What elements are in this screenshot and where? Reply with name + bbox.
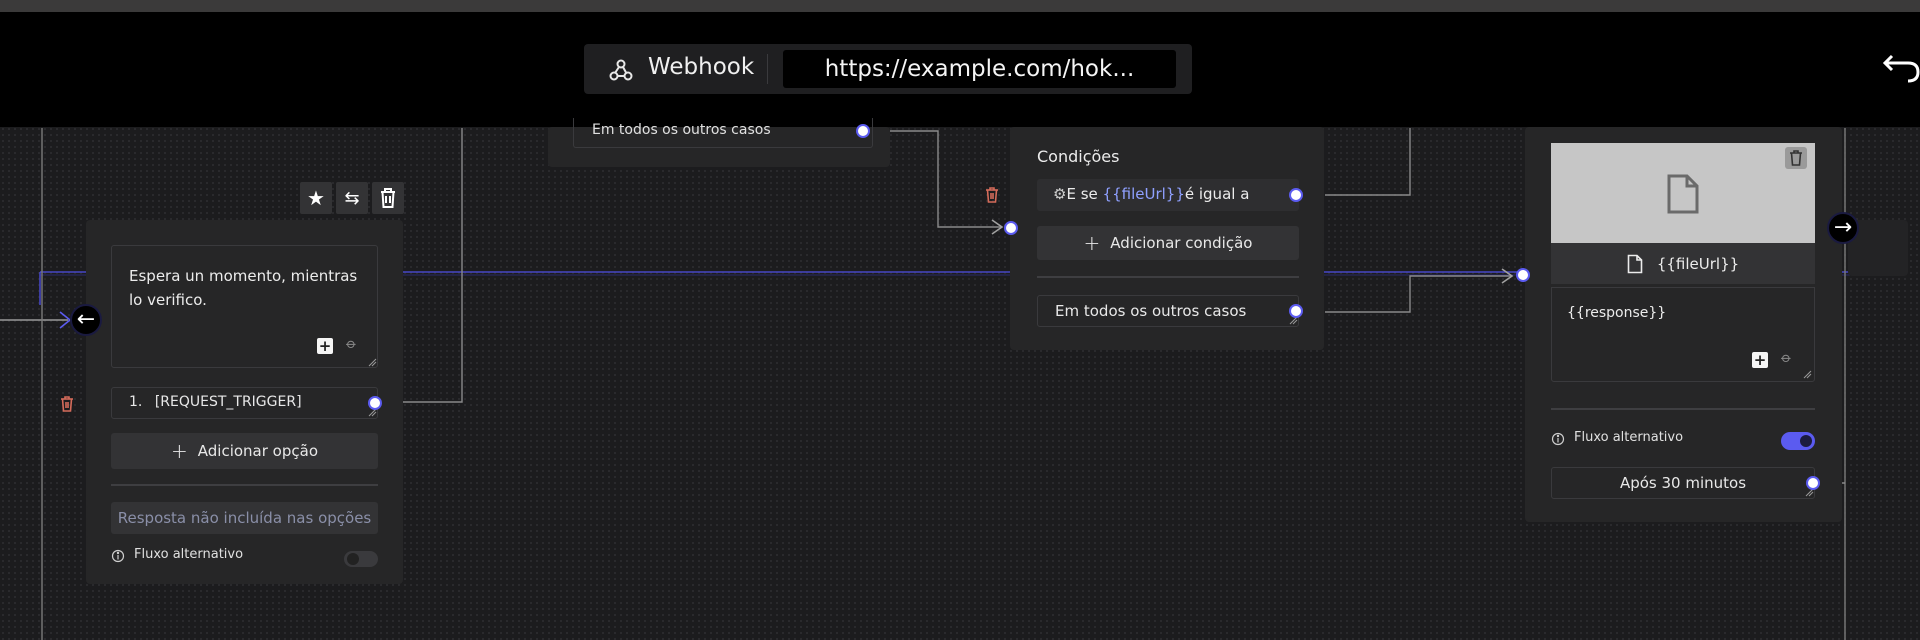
add-condition-button[interactable]: + Adicionar condição (1037, 226, 1299, 260)
file-message-box[interactable]: {{response}} + ⌀ (1551, 287, 1815, 382)
arrow-left-icon[interactable]: ← (70, 304, 102, 336)
resize-handle-icon[interactable] (367, 357, 377, 367)
trash-icon[interactable] (372, 182, 404, 214)
file-variable: {{fileUrl}} (1656, 254, 1740, 273)
condition-handle[interactable] (1289, 188, 1303, 202)
question-alt-flow-toggle[interactable] (344, 551, 378, 567)
window-top-strip (0, 0, 1920, 12)
option-row[interactable]: 1. [REQUEST_TRIGGER] (111, 387, 378, 419)
option-handle[interactable] (368, 396, 382, 410)
file-icon (1627, 254, 1643, 273)
question-alt-flow-label: Fluxo alternativo (134, 547, 244, 562)
trash-icon[interactable] (985, 187, 999, 203)
arrow-right-icon[interactable]: → (1827, 212, 1859, 244)
question-divider (111, 484, 378, 486)
webhook-label: Webhook (648, 54, 755, 80)
timeout-label: Após 30 minutos (1619, 474, 1747, 492)
condition-variable: {{fileUrl}} (1102, 185, 1185, 203)
add-option-label: Adicionar opção (197, 442, 318, 460)
webhook-trigger-bar[interactable]: Webhook https://example.com/hok... (584, 44, 1192, 94)
plus-icon: + (1083, 231, 1101, 255)
question-message-box[interactable]: Espera un momento, mientras lo verifico.… (111, 245, 378, 368)
add-condition-label: Adicionar condição (1110, 234, 1253, 252)
not-included-option[interactable]: Resposta não incluída nas opções (111, 502, 378, 534)
conditions-input-handle[interactable] (1004, 221, 1018, 235)
paperclip-icon[interactable]: ⌀ (1778, 349, 1795, 366)
conditions-divider (1037, 276, 1299, 278)
undo-icon[interactable] (1882, 50, 1920, 84)
paperclip-icon[interactable]: ⌀ (343, 335, 360, 352)
previous-node-fallback-row[interactable]: Em todos os outros casos (573, 118, 873, 148)
file-message-text: {{response}} (1567, 305, 1667, 321)
trash-icon[interactable] (1785, 147, 1807, 169)
star-icon[interactable]: ★ (300, 182, 332, 214)
file-divider (1551, 408, 1815, 410)
condition-operator: é igual a (1184, 185, 1250, 203)
trash-icon[interactable] (60, 396, 74, 412)
file-input-handle[interactable] (1516, 268, 1530, 282)
option-label: [REQUEST_TRIGGER] (154, 394, 302, 410)
conditions-title: Condições (1037, 147, 1120, 166)
file-alt-flow-toggle[interactable] (1781, 432, 1815, 450)
conditions-fallback-row[interactable]: Em todos os outros casos (1037, 295, 1299, 327)
condition-prefix: E se (1066, 185, 1098, 203)
webhook-icon (609, 59, 633, 81)
resize-handle-icon[interactable] (1802, 369, 1812, 379)
add-option-button[interactable]: + Adicionar opção (111, 433, 378, 469)
conditions-fallback-handle[interactable] (1289, 304, 1303, 318)
webhook-separator (767, 54, 768, 84)
option-index: 1. (129, 394, 143, 410)
not-included-label: Resposta não incluída nas opções (117, 509, 372, 527)
question-message-text: Espera un momento, mientras lo verifico. (129, 267, 358, 309)
gear-icon: ⚙ (1053, 185, 1067, 203)
condition-row[interactable]: ⚙E se {{fileUrl}}é igual a (1037, 179, 1299, 211)
question-node-toolbar: ★ ⇆ (300, 182, 406, 214)
file-alt-flow-label: Fluxo alternativo (1574, 430, 1684, 445)
info-icon (111, 549, 125, 563)
swap-icon[interactable]: ⇆ (336, 182, 368, 214)
plus-square-icon[interactable]: + (317, 338, 333, 354)
plus-square-icon[interactable]: + (1752, 352, 1768, 368)
timeout-handle[interactable] (1806, 476, 1820, 490)
file-name-bar: {{fileUrl}} (1551, 243, 1815, 284)
file-preview[interactable] (1551, 143, 1815, 243)
previous-node-fallback-handle[interactable] (856, 124, 870, 138)
file-icon (1667, 174, 1699, 214)
conditions-fallback-label: Em todos os outros casos (1055, 302, 1247, 320)
timeout-row[interactable]: Após 30 minutos (1551, 467, 1815, 499)
previous-node-fallback-label: Em todos os outros casos (592, 122, 771, 138)
webhook-url-field[interactable]: https://example.com/hok... (783, 50, 1176, 88)
info-icon (1551, 432, 1565, 446)
plus-icon: + (171, 439, 188, 463)
